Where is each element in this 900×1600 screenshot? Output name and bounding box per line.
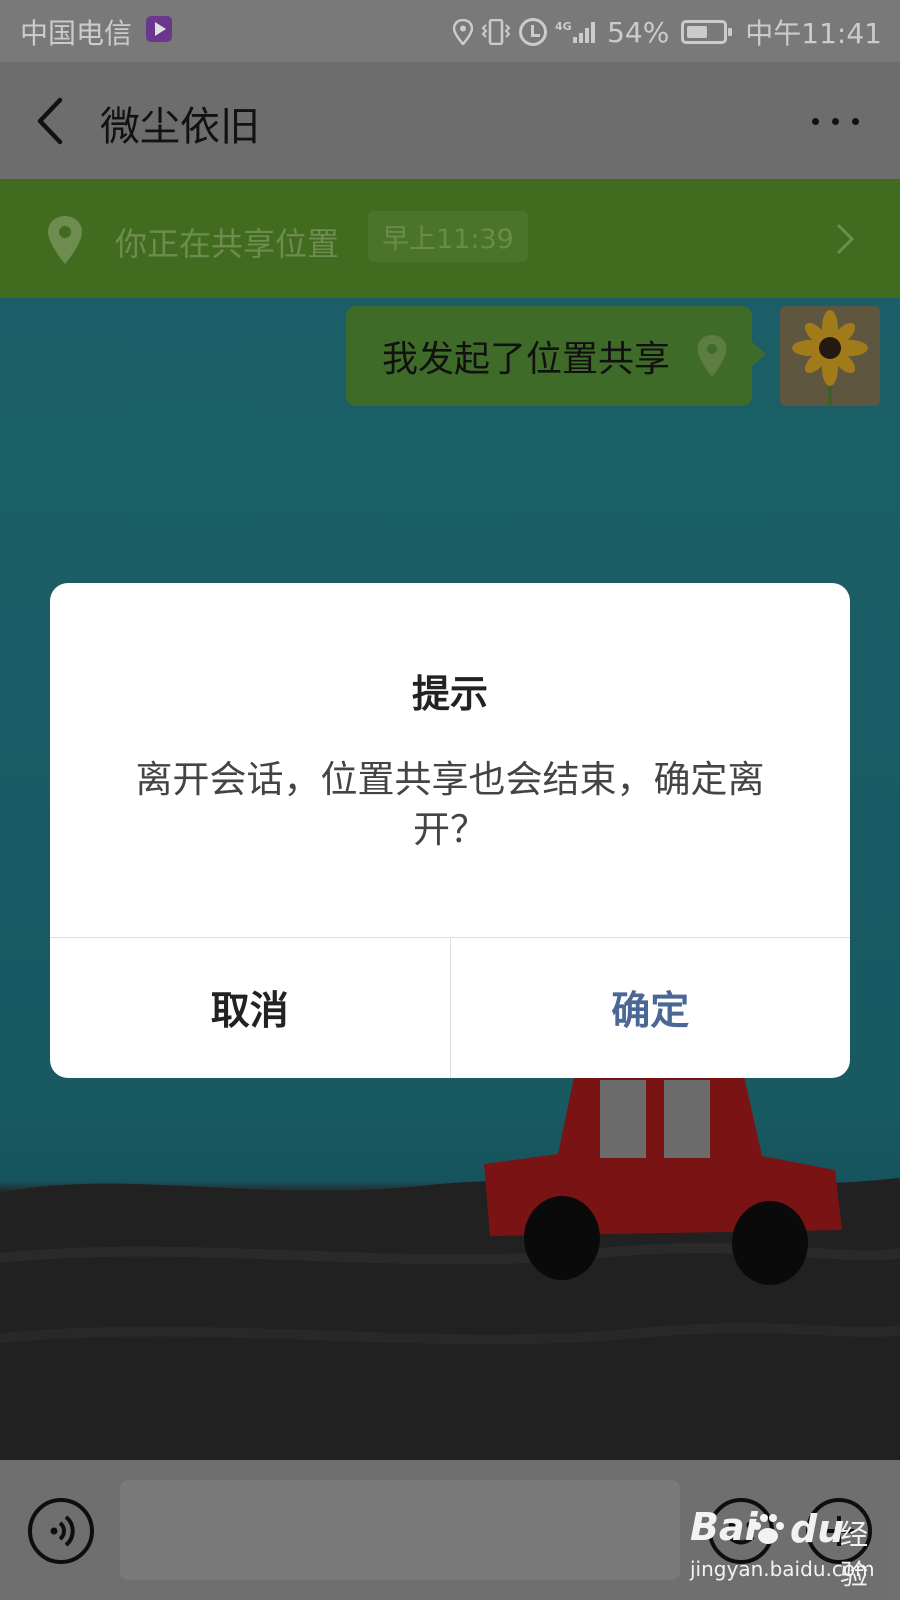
video-app-icon: [146, 16, 172, 42]
location-share-text: 你正在共享位置: [115, 225, 340, 263]
watermark-brand-right: du: [790, 1507, 845, 1551]
dialog-actions: 取消 确定: [50, 937, 850, 1078]
status-bar: 中国电信 4G 54% 中午11:41: [0, 0, 900, 62]
paw-logo-icon: [753, 1514, 784, 1544]
location-share-time: 早上11:39: [368, 211, 528, 262]
sunflower-avatar-image: [780, 306, 880, 406]
voice-icon: [50, 1515, 75, 1547]
battery-percent: 54%: [607, 15, 670, 49]
signal-icon: 4G: [555, 19, 599, 45]
voice-button[interactable]: [28, 1498, 94, 1564]
location-share-banner[interactable]: 你正在共享位置 早上11:39: [0, 179, 900, 298]
avatar[interactable]: [780, 306, 880, 406]
baidu-watermark: Bai du 经验 jingyan.baidu.com: [690, 1505, 890, 1595]
svg-text:4G: 4G: [555, 20, 572, 33]
vibrate-icon: [481, 18, 511, 46]
confirm-button[interactable]: 确定: [451, 938, 851, 1078]
back-button[interactable]: [28, 92, 76, 150]
confirm-dialog: 提示 离开会话，位置共享也会结束，确定离开？ 取消 确定: [50, 583, 850, 1078]
status-icons: 4G 54% 中午11:41: [452, 12, 882, 52]
location-pin-icon: [697, 335, 727, 377]
watermark-brand-cn: 经验: [840, 1518, 869, 1591]
more-button[interactable]: [808, 104, 864, 138]
message-text: 我发起了位置共享: [381, 339, 670, 380]
alarm-icon: [519, 18, 548, 46]
carrier-name: 中国电信: [20, 17, 133, 50]
dialog-message: 离开会话，位置共享也会结束，确定离开？: [135, 758, 765, 851]
watermark-url: jingyan.baidu.com: [690, 1557, 875, 1581]
cancel-button[interactable]: 取消: [50, 938, 451, 1078]
location-pin-icon: [48, 216, 82, 264]
more-dots-icon: [812, 118, 819, 125]
message-bubble[interactable]: 我发起了位置共享: [345, 306, 767, 406]
battery-icon: [681, 20, 733, 44]
chat-title: 微尘依旧: [100, 104, 260, 150]
chevron-right-icon: [836, 223, 855, 255]
back-arrow-icon: [37, 97, 63, 145]
clock: 中午11:41: [745, 17, 882, 50]
chat-header: 微尘依旧: [0, 62, 900, 179]
location-icon: [452, 18, 474, 46]
message-input[interactable]: [120, 1480, 680, 1580]
dialog-title: 提示: [411, 672, 488, 716]
